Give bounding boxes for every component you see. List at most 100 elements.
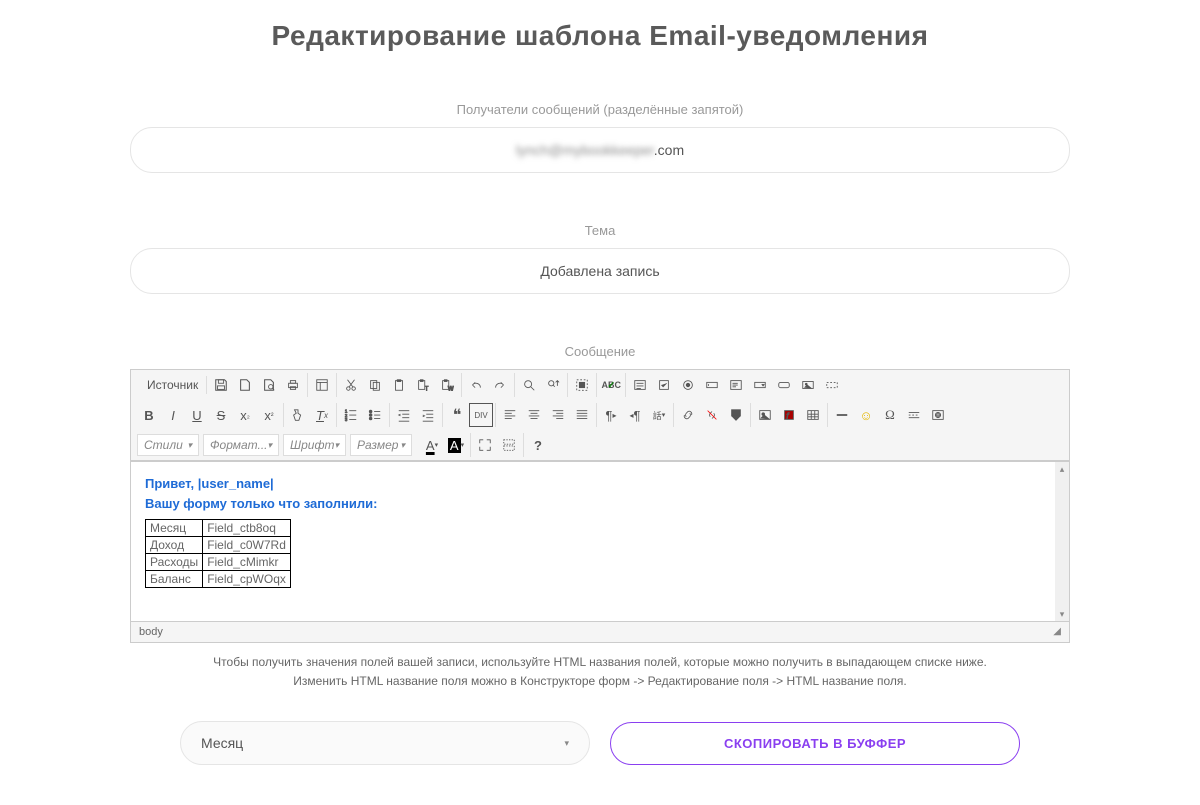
font-combo[interactable]: Шрифт▾ bbox=[283, 434, 346, 456]
table-row: МесяцField_ctb8oq bbox=[146, 520, 291, 537]
imagebutton-icon[interactable] bbox=[796, 373, 820, 397]
replace-icon[interactable] bbox=[541, 373, 565, 397]
bold-icon[interactable]: B bbox=[137, 403, 161, 427]
format-combo[interactable]: Формат...▾ bbox=[203, 434, 279, 456]
spellcheck-icon[interactable]: ABC✓ bbox=[599, 373, 623, 397]
hidden-field-icon[interactable] bbox=[820, 373, 844, 397]
source-button[interactable]: Источник bbox=[137, 376, 204, 394]
save-icon[interactable] bbox=[209, 373, 233, 397]
help-text: Чтобы получить значения полей вашей запи… bbox=[130, 653, 1070, 691]
unlink-icon[interactable] bbox=[700, 403, 724, 427]
editor-line2: Вашу форму только что заполнили: bbox=[145, 494, 1055, 514]
hr-icon[interactable] bbox=[830, 403, 854, 427]
strike-icon[interactable]: S bbox=[209, 403, 233, 427]
smiley-icon[interactable]: ☺ bbox=[854, 403, 878, 427]
button-field-icon[interactable] bbox=[772, 373, 796, 397]
subject-label: Тема bbox=[130, 223, 1070, 238]
text-color-icon[interactable]: A▾ bbox=[420, 433, 444, 457]
superscript-icon[interactable]: x² bbox=[257, 403, 281, 427]
outdent-icon[interactable] bbox=[392, 403, 416, 427]
redo-icon[interactable] bbox=[488, 373, 512, 397]
recipients-label: Получатели сообщений (разделённые запято… bbox=[130, 102, 1070, 117]
editor-toolbar: Источник T bbox=[131, 370, 1069, 461]
select-all-icon[interactable] bbox=[570, 373, 594, 397]
table-row: БалансField_cpWOqx bbox=[146, 571, 291, 588]
blockquote-icon[interactable]: ❝ bbox=[445, 403, 469, 427]
table-row: РасходыField_cMimkr bbox=[146, 554, 291, 571]
language-icon[interactable]: 話▾ bbox=[647, 403, 671, 427]
scroll-up-icon[interactable]: ▴ bbox=[1055, 462, 1069, 476]
templates-icon[interactable] bbox=[310, 373, 334, 397]
align-right-icon[interactable] bbox=[546, 403, 570, 427]
align-justify-icon[interactable] bbox=[570, 403, 594, 427]
bottom-row: Месяц ▾ СКОПИРОВАТЬ В БУФФЕР bbox=[130, 721, 1070, 765]
resize-handle-icon[interactable]: ◢ bbox=[1053, 626, 1061, 638]
copy-formatting-icon[interactable] bbox=[286, 403, 310, 427]
scroll-down-icon[interactable]: ▾ bbox=[1055, 607, 1069, 621]
div-icon[interactable]: DIV bbox=[469, 403, 493, 427]
subscript-icon[interactable]: x₂ bbox=[233, 403, 257, 427]
anchor-icon[interactable] bbox=[724, 403, 748, 427]
numbered-list-icon[interactable]: 123 bbox=[339, 403, 363, 427]
print-icon[interactable] bbox=[281, 373, 305, 397]
editor-table: МесяцField_ctb8oq ДоходField_c0W7Rd Расх… bbox=[145, 519, 291, 588]
paste-word-icon[interactable]: W bbox=[435, 373, 459, 397]
styles-combo[interactable]: Стили▾ bbox=[137, 434, 199, 456]
svg-text:W: W bbox=[448, 385, 454, 392]
ltr-icon[interactable]: ¶▸ bbox=[599, 403, 623, 427]
align-left-icon[interactable] bbox=[498, 403, 522, 427]
copy-icon[interactable] bbox=[363, 373, 387, 397]
message-group: Сообщение Источник bbox=[130, 344, 1070, 643]
editor-content[interactable]: Привет, |user_name| Вашу форму только чт… bbox=[131, 461, 1069, 621]
form-icon[interactable] bbox=[628, 373, 652, 397]
paste-icon[interactable] bbox=[387, 373, 411, 397]
new-page-icon[interactable] bbox=[233, 373, 257, 397]
recipients-input[interactable]: lynch@mybookkeeper.com bbox=[130, 127, 1070, 173]
preview-icon[interactable] bbox=[257, 373, 281, 397]
recipients-value-suffix: .com bbox=[654, 142, 684, 158]
svg-text:3: 3 bbox=[345, 417, 348, 422]
show-blocks-icon[interactable] bbox=[497, 433, 521, 457]
radio-icon[interactable] bbox=[676, 373, 700, 397]
copy-to-buffer-button[interactable]: СКОПИРОВАТЬ В БУФФЕР bbox=[610, 722, 1020, 765]
rtl-icon[interactable]: ◂¶ bbox=[623, 403, 647, 427]
field-select[interactable]: Месяц ▾ bbox=[180, 721, 590, 765]
cut-icon[interactable] bbox=[339, 373, 363, 397]
checkbox-icon[interactable] bbox=[652, 373, 676, 397]
flash-icon[interactable]: f bbox=[777, 403, 801, 427]
editor-greeting: Привет, |user_name| bbox=[145, 474, 1055, 494]
align-center-icon[interactable] bbox=[522, 403, 546, 427]
underline-icon[interactable]: U bbox=[185, 403, 209, 427]
find-icon[interactable] bbox=[517, 373, 541, 397]
remove-format-icon[interactable]: Tx bbox=[310, 403, 334, 427]
italic-icon[interactable]: I bbox=[161, 403, 185, 427]
indent-icon[interactable] bbox=[416, 403, 440, 427]
svg-text:T: T bbox=[425, 385, 429, 392]
pagebreak-icon[interactable] bbox=[902, 403, 926, 427]
editor-status-bar: body ◢ bbox=[131, 621, 1069, 642]
recipients-value-blurred: lynch@mybookkeeper bbox=[516, 142, 654, 158]
textarea-icon[interactable] bbox=[724, 373, 748, 397]
bullet-list-icon[interactable] bbox=[363, 403, 387, 427]
editor-path[interactable]: body bbox=[139, 626, 163, 638]
subject-input[interactable] bbox=[130, 248, 1070, 294]
rich-editor: Источник T bbox=[130, 369, 1070, 643]
iframe-icon[interactable] bbox=[926, 403, 950, 427]
paste-text-icon[interactable]: T bbox=[411, 373, 435, 397]
size-combo[interactable]: Размер▾ bbox=[350, 434, 412, 456]
select-field-icon[interactable] bbox=[748, 373, 772, 397]
table-row: ДоходField_c0W7Rd bbox=[146, 537, 291, 554]
maximize-icon[interactable] bbox=[473, 433, 497, 457]
subject-group: Тема bbox=[130, 223, 1070, 294]
special-char-icon[interactable]: Ω bbox=[878, 403, 902, 427]
about-icon[interactable]: ? bbox=[526, 433, 550, 457]
link-icon[interactable] bbox=[676, 403, 700, 427]
bg-color-icon[interactable]: A▾ bbox=[444, 433, 468, 457]
textfield-icon[interactable] bbox=[700, 373, 724, 397]
undo-icon[interactable] bbox=[464, 373, 488, 397]
recipients-group: Получатели сообщений (разделённые запято… bbox=[130, 102, 1070, 173]
scrollbar[interactable]: ▴ ▾ bbox=[1055, 462, 1069, 621]
table-icon[interactable] bbox=[801, 403, 825, 427]
page-title: Редактирование шаблона Email-уведомления bbox=[130, 20, 1070, 52]
image-icon[interactable] bbox=[753, 403, 777, 427]
